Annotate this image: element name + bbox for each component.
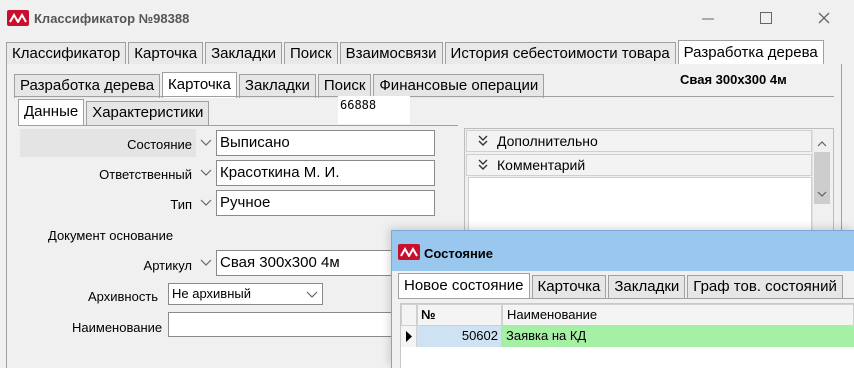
article-field[interactable]: Свая 300х300 4м: [216, 250, 396, 276]
tab-data[interactable]: Данные: [18, 99, 85, 125]
subtab-tree-development[interactable]: Разработка дерева: [14, 74, 161, 98]
doc-basis-label: Документ основание: [48, 228, 174, 243]
archive-select-value: Не архивный: [172, 286, 251, 301]
code-box: 66888: [338, 96, 410, 124]
cell-number[interactable]: 50602: [417, 326, 502, 347]
tab-tree-development[interactable]: Разработка дерева: [677, 40, 824, 66]
dialog-tab-bar: Новое состояние Карточка Закладки Граф т…: [398, 273, 845, 299]
close-icon[interactable]: [804, 5, 844, 31]
main-tab-bar: Классификатор Карточка Закладки Поиск Вз…: [6, 40, 826, 66]
app-logo-icon: [7, 10, 29, 26]
name-label: Наименование: [72, 320, 163, 335]
type-chevron-down-icon[interactable]: [199, 190, 213, 216]
subtab-card[interactable]: Карточка: [162, 72, 237, 98]
comment-section-label: Комментарий: [497, 157, 586, 173]
dialog-title: Состояние: [424, 246, 494, 261]
responsible-field[interactable]: Красоткина М. И.: [216, 160, 435, 186]
grid-corner: [401, 304, 417, 326]
divider: [14, 96, 834, 97]
tab-search[interactable]: Поиск: [284, 42, 338, 66]
subtab-search[interactable]: Поиск: [317, 74, 372, 98]
divider: [398, 298, 854, 299]
type-field[interactable]: Ручное: [216, 190, 435, 216]
dialog-tab-card[interactable]: Карточка: [531, 275, 607, 299]
inner-tab-bar: Данные Характеристики: [18, 99, 211, 125]
additional-section-label: Дополнительно: [497, 133, 598, 149]
cell-name[interactable]: Заявка на КД: [502, 326, 854, 347]
archive-select[interactable]: Не архивный: [168, 283, 323, 305]
responsible-label: Ответственный: [99, 167, 192, 182]
type-label: Тип: [170, 197, 192, 212]
article-label: Артикул: [143, 258, 192, 273]
subtab-bookmarks[interactable]: Закладки: [238, 74, 316, 98]
divider: [18, 125, 458, 126]
dialog-tab-bookmarks[interactable]: Закладки: [608, 275, 686, 299]
scroll-up-icon[interactable]: [817, 134, 827, 150]
dialog-tab-new-state[interactable]: Новое состояние: [398, 273, 530, 299]
additional-section-header[interactable]: Дополнительно: [466, 130, 812, 152]
name-field[interactable]: [168, 312, 396, 337]
comment-section-header[interactable]: Комментарий: [466, 154, 812, 176]
tab-cost-history[interactable]: История себестоимости товара: [444, 42, 676, 66]
archive-label: Архивность: [88, 289, 159, 304]
table-row[interactable]: 50602 Заявка на КД: [401, 326, 854, 347]
grid-header-number[interactable]: №: [417, 304, 502, 326]
tab-relations[interactable]: Взаимосвязи: [339, 42, 443, 66]
scroll-down-icon[interactable]: [817, 184, 827, 200]
tab-card[interactable]: Карточка: [128, 42, 204, 66]
state-chevron-down-icon[interactable]: [199, 130, 213, 156]
dialog-tab-state-graph[interactable]: Граф тов. состояний: [687, 275, 843, 299]
state-field[interactable]: Выписано: [216, 130, 435, 156]
window-title: Классификатор №98388: [34, 11, 190, 26]
article-chevron-down-icon[interactable]: [199, 250, 213, 276]
minimize-icon[interactable]: [688, 5, 728, 31]
row-indicator: [401, 326, 417, 347]
sub-tab-bar: Разработка дерева Карточка Закладки Поис…: [14, 72, 546, 98]
maximize-icon[interactable]: [746, 5, 786, 31]
tab-classifier[interactable]: Классификатор: [6, 42, 127, 66]
subtab-financial-operations[interactable]: Финансовые операции: [373, 74, 545, 98]
chevron-down-icon: [306, 284, 318, 310]
dialog-logo-icon: [398, 244, 420, 260]
grid-header-name[interactable]: Наименование: [502, 304, 854, 326]
row-pointer-icon: [406, 331, 412, 342]
tab-bookmarks[interactable]: Закладки: [205, 42, 283, 66]
responsible-chevron-down-icon[interactable]: [199, 160, 213, 186]
state-label: Состояние: [127, 137, 192, 152]
item-caption: Свая 300х300 4м: [680, 72, 787, 87]
tab-characteristics[interactable]: Характеристики: [86, 101, 210, 125]
